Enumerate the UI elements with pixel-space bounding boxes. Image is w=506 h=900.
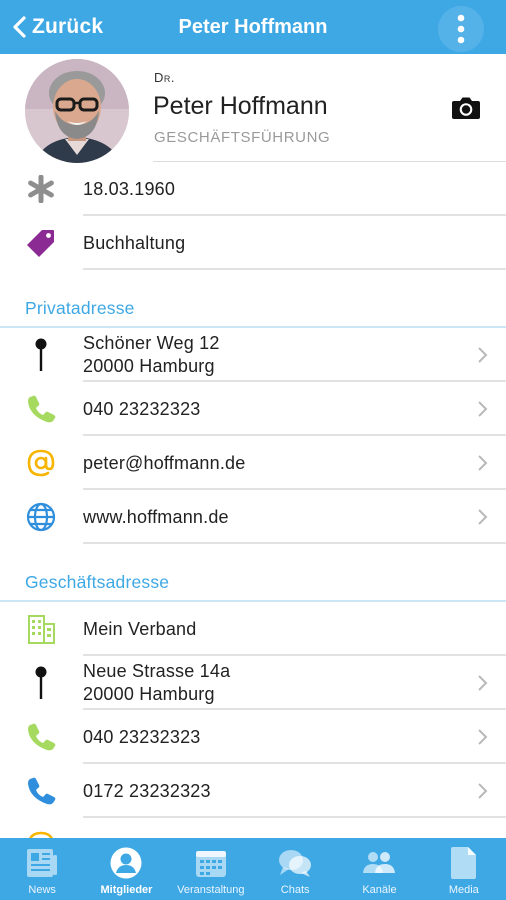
private-address-value: Schöner Weg 12 20000 Hamburg: [83, 328, 220, 382]
avatar[interactable]: [25, 59, 129, 163]
birthday-row: 18.03.1960: [0, 162, 506, 216]
chevron-right-icon: [478, 455, 488, 471]
department-row: Buchhaltung: [0, 216, 506, 270]
company-value: Mein Verband: [83, 618, 197, 639]
business-mobile-row[interactable]: 0172 23232323: [0, 764, 506, 818]
business-phone-value: 040 23232323: [83, 726, 201, 747]
tab-label: Mitglieder: [100, 884, 153, 896]
contact-name: Peter Hoffmann: [153, 92, 328, 120]
business-address-row[interactable]: Neue Strasse 14a 20000 Hamburg: [0, 656, 506, 710]
chevron-right-icon: [478, 675, 488, 691]
birthday-value: 18.03.1960: [83, 178, 176, 199]
tab-label: Media: [448, 884, 479, 896]
at-sign-icon: [24, 449, 58, 477]
more-vertical-icon: [457, 14, 465, 44]
document-icon: [450, 846, 478, 880]
chevron-right-icon: [478, 783, 488, 799]
calendar-icon: [194, 846, 228, 880]
business-address-value: Neue Strasse 14a 20000 Hamburg: [83, 656, 230, 710]
mobile-phone-icon: [24, 777, 58, 805]
chevron-right-icon: [478, 729, 488, 745]
map-pin-icon: [24, 666, 58, 699]
top-app-bar: Zurück Peter Hoffmann: [0, 0, 506, 54]
contact-detail-scroll[interactable]: Dr. Peter Hoffmann GESCHÄFTSFÜHRUNG 18.0…: [0, 54, 506, 838]
tab-veranstaltung[interactable]: Veranstaltung: [169, 838, 253, 900]
tag-icon: [24, 229, 58, 257]
private-phone-row[interactable]: 040 23232323: [0, 382, 506, 436]
section-heading: Geschäftsadresse: [25, 572, 170, 592]
phone-icon: [24, 723, 58, 751]
chevron-left-icon: [13, 16, 26, 38]
private-website-row[interactable]: www.hoffmann.de: [0, 490, 506, 544]
person-icon: [109, 846, 143, 880]
company-row: Mein Verband: [0, 602, 506, 656]
chat-bubbles-icon: [277, 846, 313, 880]
tab-label: Veranstaltung: [177, 884, 245, 896]
group-icon: [360, 846, 398, 880]
tab-label: Kanäle: [362, 884, 397, 896]
private-address-row[interactable]: Schöner Weg 12 20000 Hamburg: [0, 328, 506, 382]
tab-chats[interactable]: Chats: [253, 838, 337, 900]
back-button[interactable]: Zurück: [10, 0, 103, 54]
tab-news[interactable]: News: [0, 838, 84, 900]
section-heading: Privatadresse: [25, 298, 135, 318]
tab-label: Chats: [280, 884, 310, 896]
back-label: Zurück: [32, 15, 104, 38]
change-photo-button[interactable]: [451, 96, 481, 120]
private-email-row[interactable]: peter@hoffmann.de: [0, 436, 506, 490]
chevron-right-icon: [478, 509, 488, 525]
tab-mitglieder[interactable]: Mitglieder: [84, 838, 168, 900]
at-sign-icon: [24, 831, 58, 838]
city: 20000 Hamburg: [83, 684, 215, 704]
tab-kanaele[interactable]: Kanäle: [337, 838, 421, 900]
bottom-tab-bar: News Mitglieder Veranstaltung Chats Kanä…: [0, 838, 506, 900]
avatar-portrait: [25, 59, 129, 163]
private-website-value: www.hoffmann.de: [83, 506, 229, 527]
private-phone-value: 040 23232323: [83, 398, 201, 419]
camera-icon: [452, 97, 480, 119]
globe-icon: [24, 502, 58, 532]
tab-media[interactable]: Media: [422, 838, 506, 900]
phone-icon: [24, 395, 58, 423]
newspaper-icon: [25, 846, 59, 880]
partial-next-row: [0, 818, 506, 838]
business-mobile-value: 0172 23232323: [83, 780, 211, 801]
street: Neue Strasse 14a: [83, 661, 231, 681]
asterisk-icon: [24, 175, 58, 203]
section-private-address: Privatadresse: [0, 270, 506, 328]
more-options-button[interactable]: [438, 6, 484, 52]
tab-label: News: [28, 884, 56, 896]
academic-title: Dr.: [154, 70, 175, 85]
section-business-address: Geschäftsadresse: [0, 544, 506, 602]
business-phone-row[interactable]: 040 23232323: [0, 710, 506, 764]
contact-role: GESCHÄFTSFÜHRUNG: [154, 129, 331, 146]
private-email-value: peter@hoffmann.de: [83, 452, 246, 473]
building-icon: [24, 615, 58, 644]
map-pin-icon: [24, 338, 58, 371]
chevron-right-icon: [478, 401, 488, 417]
department-value: Buchhaltung: [83, 232, 186, 253]
chevron-right-icon: [478, 347, 488, 363]
profile-header: Dr. Peter Hoffmann GESCHÄFTSFÜHRUNG: [0, 54, 506, 163]
street: Schöner Weg 12: [83, 333, 220, 353]
city: 20000 Hamburg: [83, 356, 215, 376]
